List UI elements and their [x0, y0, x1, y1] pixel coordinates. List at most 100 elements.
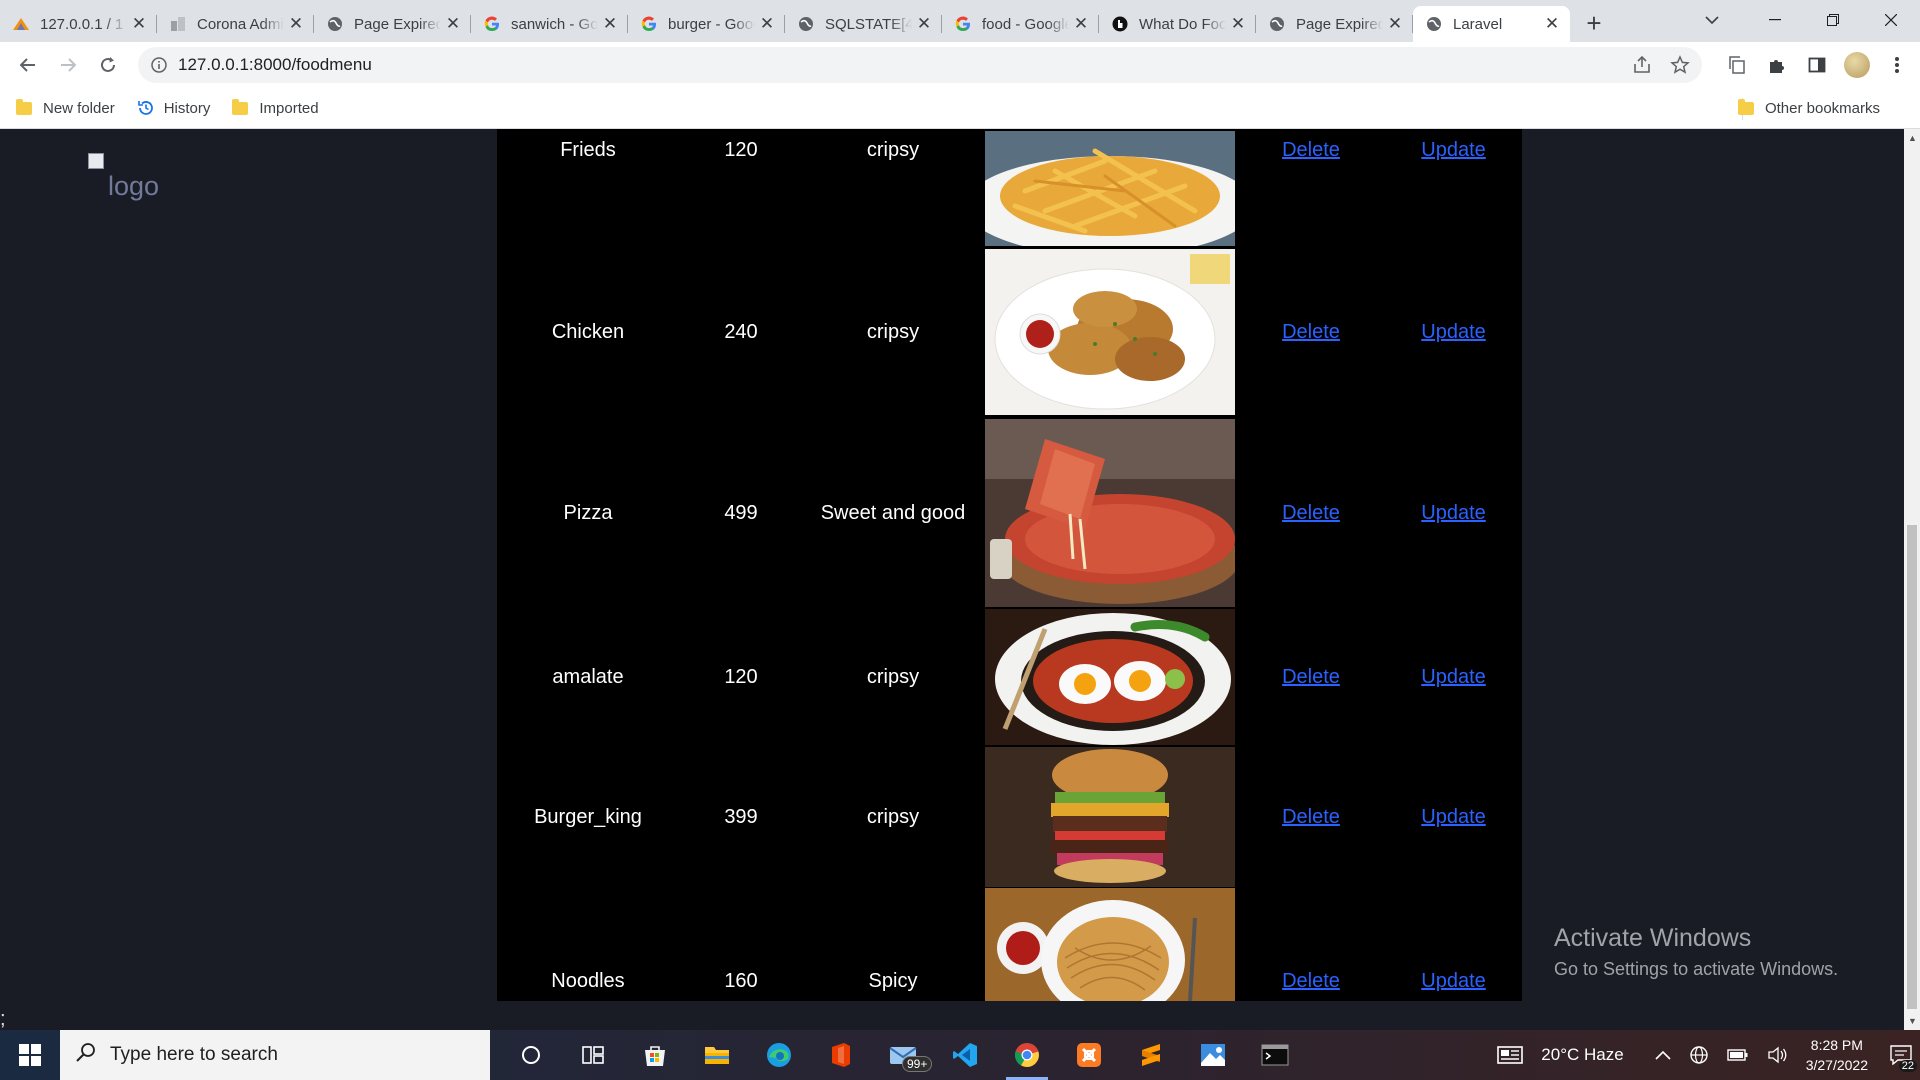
- weather-news-icon[interactable]: [1497, 1046, 1524, 1064]
- delete-link[interactable]: Delete: [1282, 666, 1340, 688]
- site-info-icon[interactable]: [150, 56, 168, 74]
- system-clock[interactable]: 8:28 PM 3/27/2022: [1806, 1035, 1868, 1075]
- sublime-text-icon[interactable]: [1120, 1030, 1182, 1080]
- chrome-icon[interactable]: [996, 1030, 1058, 1080]
- terminal-icon[interactable]: [1244, 1030, 1306, 1080]
- restore-icon[interactable]: [1804, 0, 1862, 40]
- close-icon[interactable]: ✕: [916, 15, 932, 32]
- phpmyadmin-icon: [12, 15, 30, 33]
- close-icon[interactable]: ✕: [288, 15, 304, 32]
- profile-avatar[interactable]: [1842, 48, 1872, 82]
- close-icon[interactable]: ✕: [1544, 15, 1560, 32]
- forward-arrow-icon[interactable]: [48, 45, 88, 85]
- mail-icon[interactable]: 99+: [872, 1030, 934, 1080]
- cortana-circle-icon[interactable]: [500, 1030, 562, 1080]
- bookmark-imported[interactable]: Imported: [232, 98, 319, 117]
- minimize-icon[interactable]: [1746, 0, 1804, 40]
- food-description: cripsy: [866, 805, 920, 828]
- tab-phpmyadmin[interactable]: 127.0.0.1 / 1 ✕: [0, 6, 157, 42]
- window-controls: [1746, 0, 1920, 40]
- tab-page-expired[interactable]: Page Expired ✕: [314, 6, 471, 42]
- fries-image: [985, 131, 1235, 246]
- tab-search-chevron-icon[interactable]: [1700, 8, 1724, 32]
- task-view-icon[interactable]: [562, 1030, 624, 1080]
- reload-icon[interactable]: [88, 45, 128, 85]
- search-placeholder: Type here to search: [110, 1044, 278, 1065]
- weather-text[interactable]: 20°C Haze: [1541, 1045, 1623, 1065]
- microsoft-store-icon[interactable]: [624, 1030, 686, 1080]
- tab-page-expired-2[interactable]: Page Expired ✕: [1256, 6, 1413, 42]
- close-icon[interactable]: ✕: [1073, 15, 1089, 32]
- close-window-icon[interactable]: [1862, 0, 1920, 40]
- scroll-down-arrow-icon[interactable]: ▼: [1908, 1016, 1917, 1026]
- bookmark-other[interactable]: Other bookmarks: [1737, 88, 1880, 128]
- update-link[interactable]: Update: [1421, 502, 1486, 524]
- back-arrow-icon[interactable]: [8, 45, 48, 85]
- food-name: Burger_king: [534, 805, 642, 828]
- food-image-cell: [983, 888, 1237, 1001]
- close-icon[interactable]: ✕: [1387, 15, 1403, 32]
- close-icon[interactable]: ✕: [445, 15, 461, 32]
- tab-what-do-foods[interactable]: What Do Foods ✕: [1099, 6, 1256, 42]
- new-tab-button[interactable]: +: [1576, 5, 1612, 41]
- file-explorer-icon[interactable]: [686, 1030, 748, 1080]
- tab-sqlstate[interactable]: SQLSTATE[42 ✕: [785, 6, 942, 42]
- delete-link[interactable]: Delete: [1282, 321, 1340, 343]
- update-link[interactable]: Update: [1421, 139, 1486, 161]
- globe-icon: [326, 15, 344, 33]
- side-panel-icon[interactable]: [1802, 48, 1832, 82]
- scrollbar-thumb[interactable]: [1907, 525, 1917, 1009]
- windows-start-icon[interactable]: [0, 1030, 60, 1080]
- bookmark-history[interactable]: History: [137, 99, 210, 117]
- extensions-puzzle-icon[interactable]: [1762, 48, 1792, 82]
- food-price: 399: [724, 805, 758, 828]
- windows-taskbar: Type here to search 99+ 20°C Haze 8:28 P…: [0, 1030, 1920, 1080]
- copy-icon[interactable]: [1722, 48, 1752, 82]
- update-link[interactable]: Update: [1421, 321, 1486, 343]
- mail-badge: 99+: [902, 1056, 933, 1072]
- notification-center-icon[interactable]: 22: [1882, 1030, 1920, 1080]
- edge-browser-icon[interactable]: [748, 1030, 810, 1080]
- food-description: cripsy: [866, 665, 920, 688]
- delete-link[interactable]: Delete: [1282, 970, 1340, 992]
- close-icon[interactable]: ✕: [602, 15, 618, 32]
- table-row: Burger_king 399 cripsy Delete Update: [497, 746, 1522, 888]
- close-icon[interactable]: ✕: [759, 15, 775, 32]
- scroll-up-arrow-icon[interactable]: ▲: [1908, 133, 1917, 143]
- bookmark-new-folder[interactable]: New folder: [16, 98, 115, 117]
- address-bar[interactable]: 127.0.0.1:8000/foodmenu: [138, 47, 1702, 83]
- logo-broken-image[interactable]: logo: [88, 153, 178, 203]
- share-icon[interactable]: [1632, 55, 1652, 80]
- tab-food-search[interactable]: food - Google ✕: [942, 6, 1099, 42]
- search-icon: [76, 1042, 96, 1068]
- close-icon[interactable]: ✕: [1230, 15, 1246, 32]
- vscode-icon[interactable]: [934, 1030, 996, 1080]
- battery-icon[interactable]: [1727, 1048, 1749, 1062]
- xampp-icon[interactable]: [1058, 1030, 1120, 1080]
- table-row: Frieds 120 cripsy Delete Update: [497, 129, 1522, 246]
- tab-laravel[interactable]: Laravel ✕: [1413, 6, 1570, 42]
- language-globe-icon[interactable]: [1689, 1045, 1709, 1065]
- tab-sanwich-search[interactable]: sanwich - Google ✕: [471, 6, 628, 42]
- more-menu-icon[interactable]: [1882, 48, 1912, 82]
- activate-windows-watermark: Activate Windows Go to Settings to activ…: [1554, 924, 1838, 980]
- vertical-scrollbar[interactable]: ▲ ▼: [1904, 129, 1920, 1030]
- update-link[interactable]: Update: [1421, 806, 1486, 828]
- update-link[interactable]: Update: [1421, 666, 1486, 688]
- tab-strip: 127.0.0.1 / 1 ✕ Corona Admin ✕ Page Expi…: [0, 0, 1920, 42]
- taskbar-search-box[interactable]: Type here to search: [60, 1030, 490, 1080]
- chicken-image: [985, 249, 1235, 415]
- delete-link[interactable]: Delete: [1282, 139, 1340, 161]
- tab-corona-admin[interactable]: Corona Admin ✕: [157, 6, 314, 42]
- bookmark-star-icon[interactable]: [1670, 55, 1690, 80]
- photos-icon[interactable]: [1182, 1030, 1244, 1080]
- history-icon: [137, 99, 155, 117]
- volume-icon[interactable]: [1767, 1046, 1789, 1064]
- chevron-up-icon[interactable]: [1655, 1050, 1671, 1060]
- close-icon[interactable]: ✕: [131, 15, 147, 32]
- update-link[interactable]: Update: [1421, 970, 1486, 992]
- tab-burger-search[interactable]: burger - Google ✕: [628, 6, 785, 42]
- delete-link[interactable]: Delete: [1282, 502, 1340, 524]
- delete-link[interactable]: Delete: [1282, 806, 1340, 828]
- office-icon[interactable]: [810, 1030, 872, 1080]
